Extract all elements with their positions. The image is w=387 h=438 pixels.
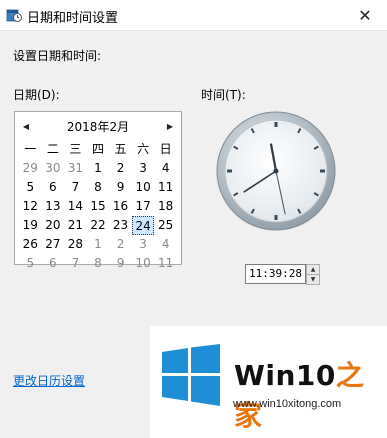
chevron-left-icon: ◀: [22, 121, 30, 131]
watermark-brand: Win10之家: [234, 354, 387, 434]
calendar-week-row: 19 20 21 22 23 24 25: [19, 216, 177, 235]
calendar-day[interactable]: 5: [19, 178, 42, 197]
calendar-day[interactable]: 19: [19, 216, 42, 235]
calendar-day[interactable]: 2: [109, 235, 132, 254]
calendar-control[interactable]: ◀ 2018年2月 ▶ 一二三四五六日 29 30 31 1 2 3 4 5 6 7 8 9 10 11 12…: [14, 111, 182, 270]
weekday-label: 三: [69, 142, 82, 156]
calendar-day[interactable]: 21: [64, 216, 87, 235]
calendar-grid: 一二三四五六日 29 30 31 1 2 3 4 5 6 7 8 9 10 11 12 13 14 15 16 17 18…: [19, 140, 177, 273]
calendar-day[interactable]: 7: [64, 178, 87, 197]
calendar-day[interactable]: 1: [87, 159, 110, 178]
calendar-day[interactable]: 8: [87, 178, 110, 197]
title-bar: 日期和时间设置 ✕: [0, 0, 387, 31]
calendar-day[interactable]: 9: [109, 178, 132, 197]
weekday-label: 六: [137, 142, 150, 156]
calendar-day[interactable]: 27: [42, 235, 65, 254]
windows-logo-icon: [162, 344, 220, 406]
calendar-month-label[interactable]: 2018年2月: [45, 118, 151, 135]
calendar-week-row: 5 6 7 8 9 10 11: [19, 254, 177, 273]
calendar-day[interactable]: 5: [19, 254, 42, 273]
window-title: 日期和时间设置: [27, 11, 119, 26]
chevron-down-icon: ▼: [310, 276, 316, 283]
calendar-day[interactable]: 12: [19, 197, 42, 216]
calendar-week-row: 12 13 14 15 16 17 18: [19, 197, 177, 216]
watermark-url: www.win10xitong.com: [233, 398, 342, 410]
calendar-day[interactable]: 8: [87, 254, 110, 273]
calendar-day[interactable]: 16: [109, 197, 132, 216]
calendar-day[interactable]: 9: [109, 254, 132, 273]
next-month-button[interactable]: ▶: [163, 119, 177, 133]
calendar-day[interactable]: 15: [87, 197, 110, 216]
calendar-day[interactable]: 10: [132, 254, 155, 273]
calendar-week-row: 29 30 31 1 2 3 4: [19, 159, 177, 178]
calendar-day[interactable]: 2: [109, 159, 132, 178]
calendar-day[interactable]: 3: [132, 235, 155, 254]
time-decrement-button[interactable]: ▼: [306, 274, 320, 285]
calendar-day[interactable]: 11: [154, 178, 177, 197]
calendar-day[interactable]: 20: [42, 216, 65, 235]
page-heading: 设置日期和时间:: [13, 49, 102, 63]
calendar-day[interactable]: 30: [42, 159, 65, 178]
previous-month-button[interactable]: ◀: [19, 119, 33, 133]
close-icon: ✕: [358, 5, 372, 25]
close-button[interactable]: ✕: [343, 0, 387, 30]
calendar-week-row: 26 27 28 1 2 3 4: [19, 235, 177, 254]
calendar-day[interactable]: 28: [64, 235, 87, 254]
watermark: Win10之家 www.win10xitong.com: [150, 326, 387, 438]
calendar-day[interactable]: 14: [64, 197, 87, 216]
calendar-day[interactable]: 11: [154, 254, 177, 273]
weekday-header-row: 一二三四五六日: [19, 140, 177, 159]
weekday-label: 五: [114, 142, 127, 156]
calendar-header: ◀ 2018年2月 ▶: [15, 116, 181, 136]
calendar-day-selected[interactable]: 24: [131, 216, 155, 235]
date-label: 日期(D):: [13, 88, 60, 102]
date-time-app-icon: [6, 9, 22, 22]
calendar-day[interactable]: 13: [42, 197, 65, 216]
weekday-label: 二: [46, 142, 59, 156]
calendar-day[interactable]: 3: [132, 159, 155, 178]
calendar-day[interactable]: 31: [64, 159, 87, 178]
calendar-day[interactable]: 7: [64, 254, 87, 273]
calendar-day[interactable]: 10: [132, 178, 155, 197]
calendar-day[interactable]: 29: [19, 159, 42, 178]
date-time-settings-window: 日期和时间设置 ✕ 设置日期和时间: 日期(D): 时间(T): ◀ 2018年…: [0, 0, 387, 438]
weekday-label: 四: [91, 142, 104, 156]
calendar-day[interactable]: 4: [154, 159, 177, 178]
calendar-day[interactable]: 6: [42, 254, 65, 273]
calendar-day[interactable]: 23: [109, 216, 132, 235]
time-spinner: 11:39:28 ▲ ▼: [245, 264, 320, 285]
time-label: 时间(T):: [201, 88, 246, 102]
calendar-day[interactable]: 4: [154, 235, 177, 254]
calendar-day[interactable]: 26: [19, 235, 42, 254]
analog-clock: [216, 111, 336, 231]
calendar-day[interactable]: 1: [87, 235, 110, 254]
time-input[interactable]: 11:39:28: [245, 264, 306, 284]
change-calendar-settings-link[interactable]: 更改日历设置: [13, 372, 85, 389]
calendar-day[interactable]: 22: [87, 216, 110, 235]
calendar-week-row: 5 6 7 8 9 10 11: [19, 178, 177, 197]
chevron-up-icon: ▲: [310, 266, 316, 273]
watermark-brand-part1: Win10: [234, 359, 336, 392]
weekday-label: 一: [24, 142, 37, 156]
calendar-day[interactable]: 17: [132, 197, 155, 216]
chevron-right-icon: ▶: [166, 121, 174, 131]
clock-center-pin: [273, 168, 279, 174]
calendar-day[interactable]: 6: [42, 178, 65, 197]
weekday-label: 日: [159, 142, 172, 156]
calendar-day[interactable]: 18: [154, 197, 177, 216]
calendar-day[interactable]: 25: [154, 216, 177, 235]
